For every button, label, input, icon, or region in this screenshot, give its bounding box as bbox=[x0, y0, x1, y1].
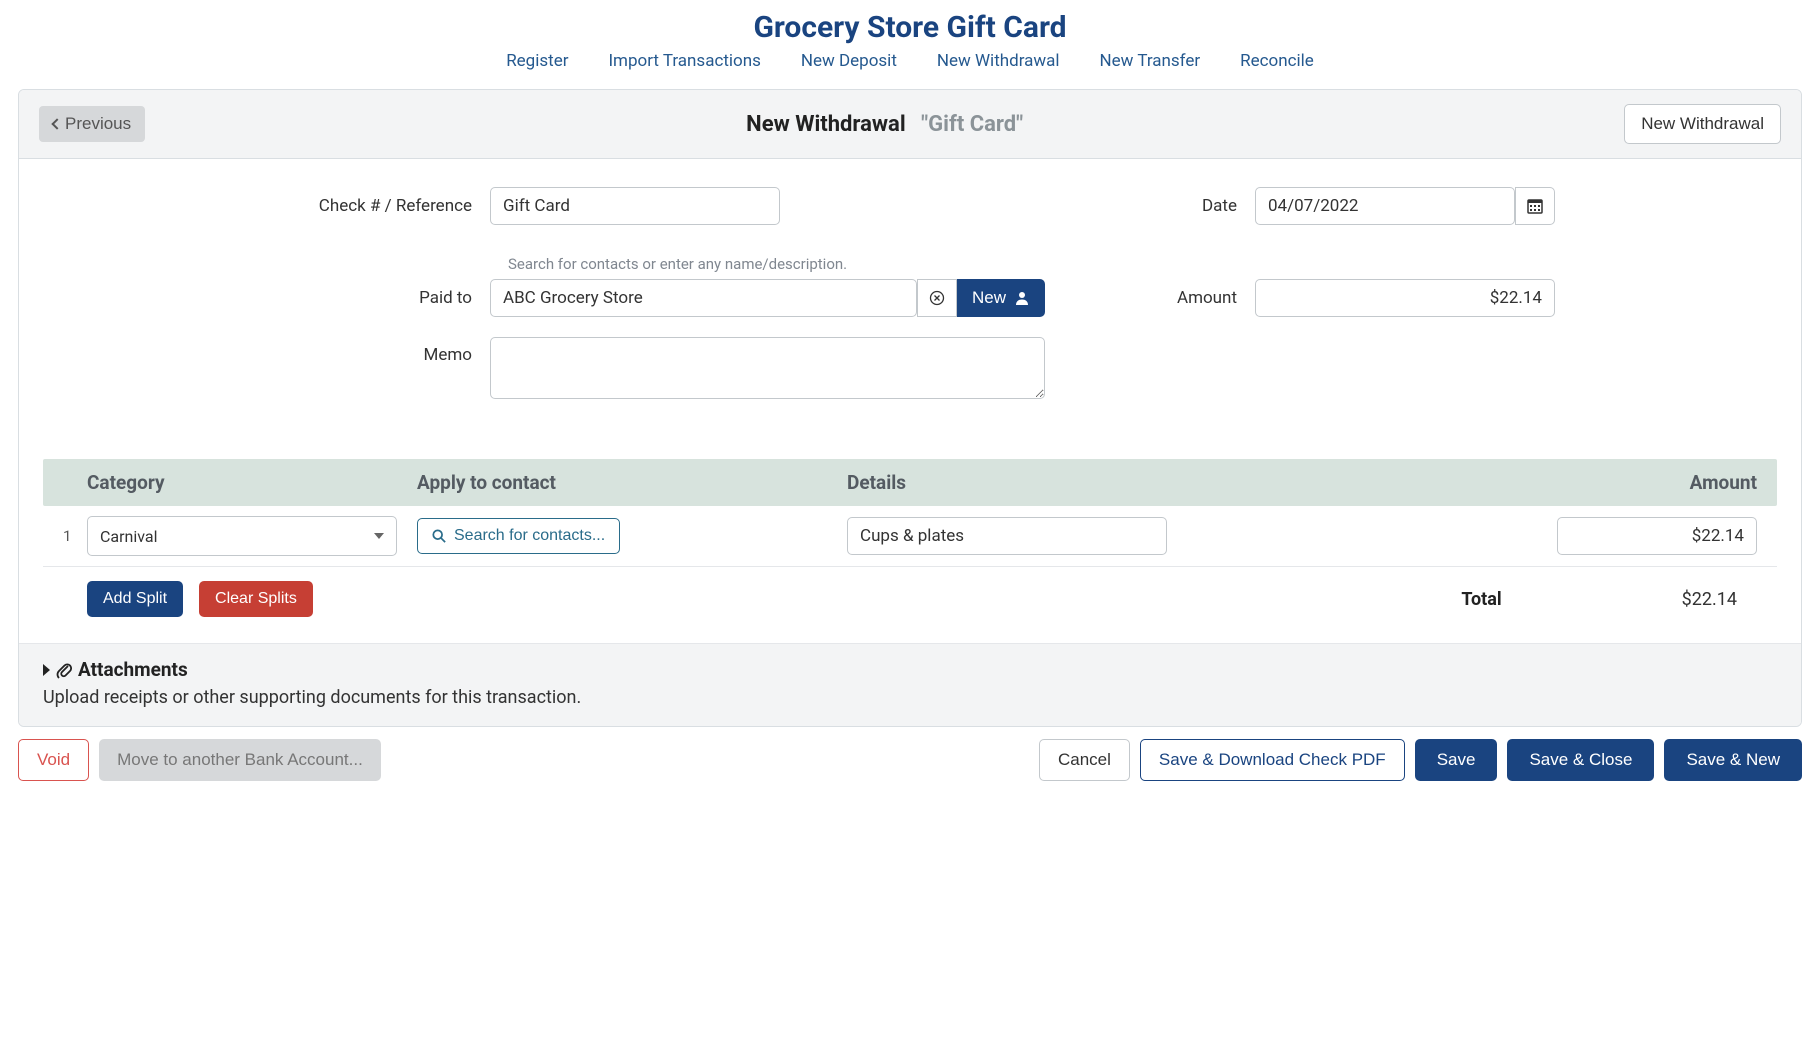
total-value: $22.14 bbox=[1682, 589, 1737, 610]
nav-new-transfer[interactable]: New Transfer bbox=[1100, 51, 1201, 71]
category-select[interactable]: Carnival bbox=[87, 516, 397, 556]
chevron-down-icon bbox=[374, 533, 384, 539]
paid-to-label: Paid to bbox=[310, 288, 490, 308]
nav-new-deposit[interactable]: New Deposit bbox=[801, 51, 897, 71]
category-select-value: Carnival bbox=[100, 527, 158, 546]
clear-splits-button[interactable]: Clear Splits bbox=[199, 581, 313, 617]
footer-action-bar: Void Move to another Bank Account... Can… bbox=[0, 727, 1820, 791]
move-account-button[interactable]: Move to another Bank Account... bbox=[99, 739, 381, 781]
memo-input[interactable] bbox=[490, 337, 1045, 399]
search-contacts-label: Search for contacts... bbox=[454, 527, 605, 545]
col-category: Category bbox=[87, 471, 417, 494]
search-icon bbox=[432, 529, 446, 543]
new-contact-button-label: New bbox=[972, 288, 1006, 308]
paperclip-icon bbox=[56, 661, 72, 679]
page-title: Grocery Store Gift Card bbox=[0, 0, 1820, 51]
paid-to-hint: Search for contacts or enter any name/de… bbox=[508, 255, 1045, 273]
save-close-button[interactable]: Save & Close bbox=[1507, 739, 1654, 781]
split-row-number: 1 bbox=[63, 527, 87, 545]
attachments-description: Upload receipts or other supporting docu… bbox=[43, 687, 1777, 708]
col-details: Details bbox=[847, 471, 1177, 494]
void-button[interactable]: Void bbox=[18, 739, 89, 781]
save-new-button[interactable]: Save & New bbox=[1664, 739, 1802, 781]
header-title: New Withdrawal bbox=[746, 112, 905, 137]
account-nav: Register Import Transactions New Deposit… bbox=[0, 51, 1820, 89]
save-button[interactable]: Save bbox=[1415, 739, 1498, 781]
nav-new-withdrawal[interactable]: New Withdrawal bbox=[937, 51, 1060, 71]
form-area: Check # / Reference Date Search for cont… bbox=[19, 159, 1801, 429]
check-reference-input[interactable] bbox=[490, 187, 780, 225]
cancel-button[interactable]: Cancel bbox=[1039, 739, 1130, 781]
attachments-title: Attachments bbox=[78, 658, 188, 681]
attachments-toggle[interactable]: Attachments bbox=[43, 658, 1777, 681]
header-subtitle: "Gift Card" bbox=[921, 112, 1023, 137]
date-input[interactable] bbox=[1255, 187, 1515, 225]
amount-input[interactable] bbox=[1255, 279, 1555, 317]
previous-button[interactable]: Previous bbox=[39, 106, 145, 142]
add-split-button[interactable]: Add Split bbox=[87, 581, 183, 617]
nav-register[interactable]: Register bbox=[506, 51, 568, 71]
date-label: Date bbox=[1165, 196, 1255, 216]
splits-section: Category Apply to contact Details Amount… bbox=[43, 459, 1777, 617]
new-withdrawal-button[interactable]: New Withdrawal bbox=[1624, 104, 1781, 144]
transaction-card: Previous New Withdrawal "Gift Card" New … bbox=[18, 89, 1802, 727]
nav-import-transactions[interactable]: Import Transactions bbox=[608, 51, 760, 71]
check-reference-label: Check # / Reference bbox=[310, 196, 490, 216]
splits-header-row: Category Apply to contact Details Amount bbox=[43, 459, 1777, 506]
split-details-input[interactable] bbox=[847, 517, 1167, 555]
split-amount-input[interactable] bbox=[1557, 517, 1757, 555]
new-contact-button[interactable]: New bbox=[957, 279, 1045, 317]
caret-right-icon bbox=[43, 664, 50, 676]
col-amount: Amount bbox=[1177, 471, 1757, 494]
header-center: New Withdrawal "Gift Card" bbox=[145, 112, 1624, 137]
card-header: Previous New Withdrawal "Gift Card" New … bbox=[19, 90, 1801, 159]
search-contacts-button[interactable]: Search for contacts... bbox=[417, 518, 620, 554]
memo-label: Memo bbox=[310, 337, 490, 365]
col-apply-to-contact: Apply to contact bbox=[417, 471, 847, 494]
previous-button-label: Previous bbox=[65, 114, 131, 134]
calendar-icon bbox=[1527, 198, 1543, 214]
total-label: Total bbox=[1461, 589, 1501, 610]
date-picker-button[interactable] bbox=[1515, 187, 1555, 225]
chevron-left-icon bbox=[51, 118, 62, 129]
save-download-check-pdf-button[interactable]: Save & Download Check PDF bbox=[1140, 739, 1405, 781]
nav-reconcile[interactable]: Reconcile bbox=[1240, 51, 1314, 71]
split-row: 1 Carnival Search for contacts... bbox=[43, 506, 1777, 567]
paid-to-input[interactable] bbox=[490, 279, 917, 317]
clear-paid-to-button[interactable] bbox=[917, 279, 957, 317]
amount-label: Amount bbox=[1165, 288, 1255, 308]
person-icon bbox=[1014, 290, 1030, 306]
attachments-section: Attachments Upload receipts or other sup… bbox=[19, 643, 1801, 726]
clear-x-icon bbox=[929, 290, 945, 306]
